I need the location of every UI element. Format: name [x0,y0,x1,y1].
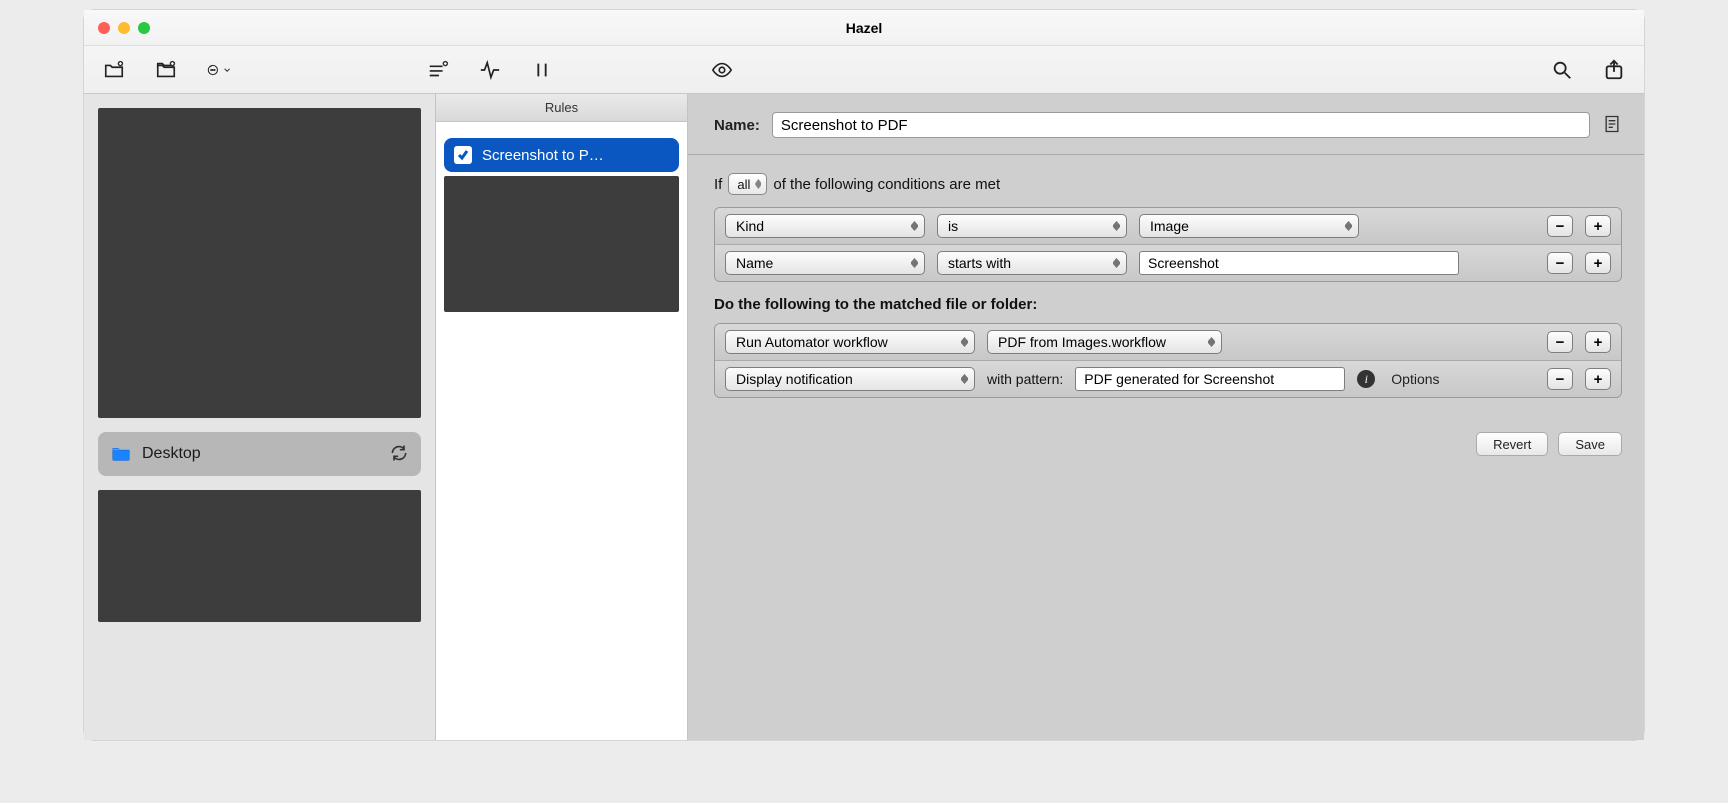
actions-table: Run Automator workflow PDF from Images.w… [714,323,1622,398]
conditions-suffix: of the following conditions are met [773,176,1000,193]
rules-list: Rules Screenshot to P… [436,94,688,740]
notes-icon[interactable] [1602,113,1622,138]
remove-condition-button[interactable]: − [1547,252,1573,274]
title-bar: Hazel [84,10,1644,46]
condition-row: Name starts with Screenshot − + [715,245,1621,281]
redacted-area [98,108,421,418]
folder-name: Desktop [142,445,379,463]
condition-value-select[interactable]: Image [1139,214,1359,238]
activity-button[interactable] [478,58,502,82]
action-type-select[interactable]: Display notification [725,367,975,391]
folder-item-desktop[interactable]: Desktop [98,432,421,476]
with-pattern-label: with pattern: [987,371,1063,387]
name-label: Name: [714,117,760,134]
rule-label: Screenshot to P… [482,147,604,164]
window-title: Hazel [84,20,1644,36]
add-folder-button[interactable] [102,58,126,82]
remove-action-button[interactable]: − [1547,331,1573,353]
action-target-select[interactable]: PDF from Images.workflow [987,330,1222,354]
pause-button[interactable] [530,58,554,82]
actions-header: Do the following to the matched file or … [714,296,1622,313]
if-label: If [714,176,722,193]
rule-enabled-checkbox[interactable] [454,146,472,164]
match-scope-select[interactable]: all [728,173,767,195]
rule-list-item[interactable]: Screenshot to P… [444,138,679,172]
condition-attribute-select[interactable]: Kind [725,214,925,238]
share-button[interactable] [1602,58,1626,82]
folder-icon [110,442,132,467]
search-button[interactable] [1550,58,1574,82]
add-action-button[interactable]: + [1585,368,1611,390]
save-button[interactable]: Save [1558,432,1622,456]
action-row: Run Automator workflow PDF from Images.w… [715,324,1621,361]
add-action-button[interactable]: + [1585,331,1611,353]
more-menu-button[interactable] [206,58,230,82]
condition-row: Kind is Image − + [715,208,1621,245]
redacted-area [444,176,679,312]
rules-header: Rules [436,94,687,122]
sync-icon[interactable] [389,443,409,466]
options-label[interactable]: Options [1391,371,1439,387]
condition-operator-select[interactable]: starts with [937,251,1127,275]
action-type-select[interactable]: Run Automator workflow [725,330,975,354]
rule-name-row: Name: [688,94,1644,155]
remove-condition-button[interactable]: − [1547,215,1573,237]
condition-value-input[interactable]: Screenshot [1139,251,1459,275]
rule-editor: Name: If all of the following conditions… [688,94,1644,740]
conditions-header: If all of the following conditions are m… [714,173,1622,195]
remove-action-button[interactable]: − [1547,368,1573,390]
condition-attribute-select[interactable]: Name [725,251,925,275]
add-condition-button[interactable]: + [1585,252,1611,274]
new-rule-button[interactable] [426,58,450,82]
revert-button[interactable]: Revert [1476,432,1548,456]
folders-sidebar: Desktop [84,94,436,740]
toolbar [84,46,1644,94]
editor-footer: Revert Save [688,420,1644,468]
preview-button[interactable] [710,58,734,82]
rule-name-input[interactable] [772,112,1590,138]
add-folder-alt-button[interactable] [154,58,178,82]
action-row: Display notification with pattern: PDF g… [715,361,1621,397]
condition-operator-select[interactable]: is [937,214,1127,238]
info-icon[interactable]: i [1357,370,1375,388]
notification-pattern-input[interactable]: PDF generated for Screenshot [1075,367,1345,391]
main-content: Desktop Rules Screenshot to P… Name: [84,94,1644,740]
add-condition-button[interactable]: + [1585,215,1611,237]
redacted-area [98,490,421,622]
conditions-table: Kind is Image − + Name starts with Scree… [714,207,1622,282]
